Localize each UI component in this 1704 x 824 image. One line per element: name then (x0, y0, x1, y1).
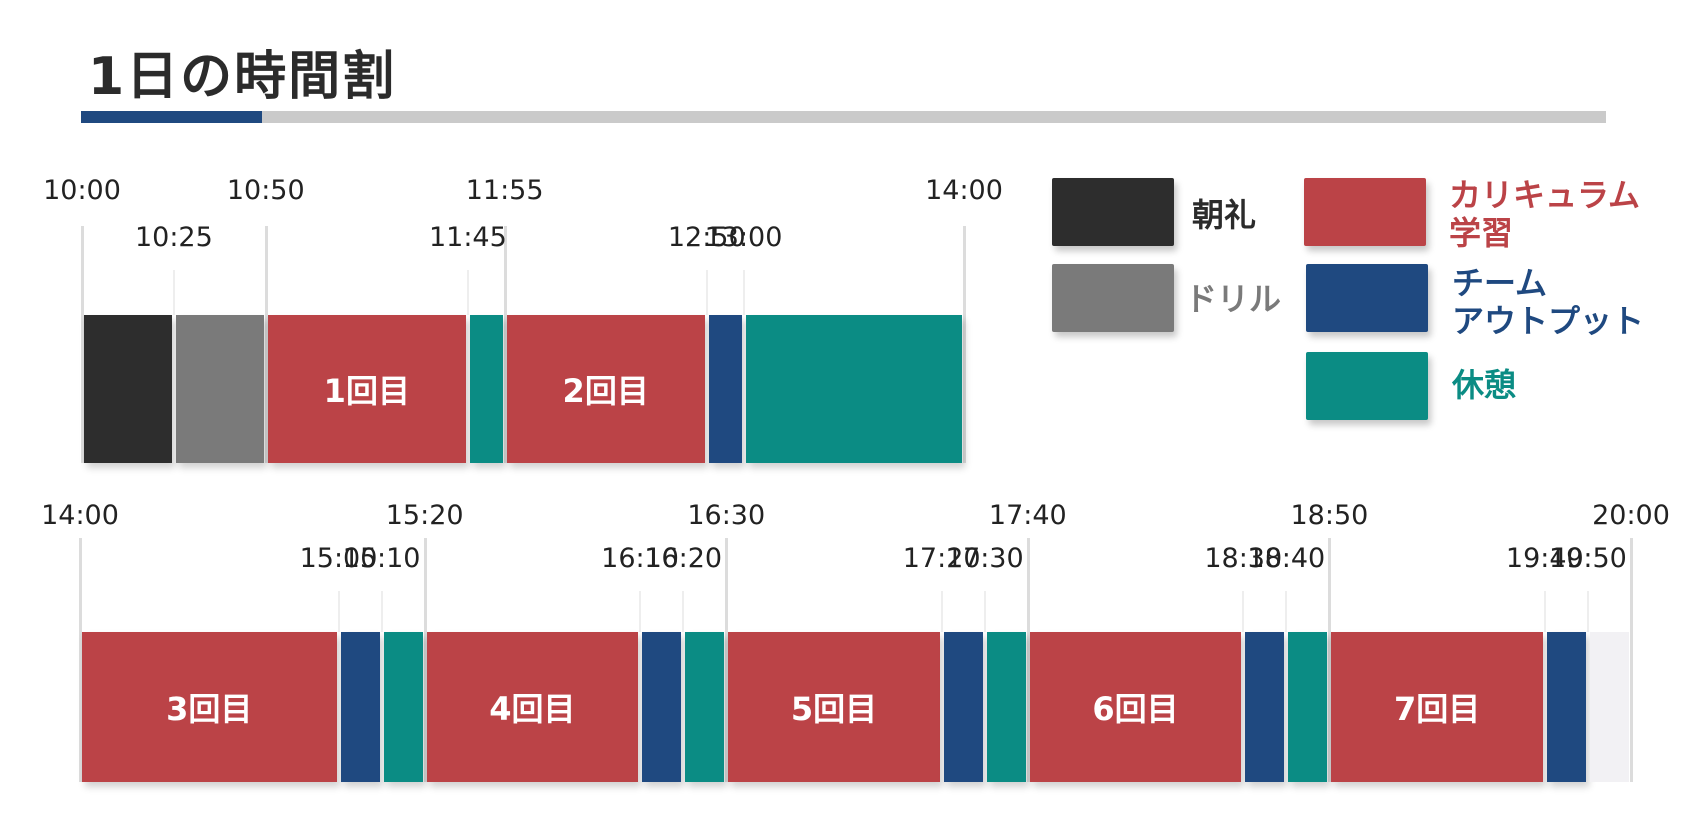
time-tick-label: 20:00 (1592, 500, 1670, 531)
time-tick-label: 10:50 (226, 175, 305, 206)
schedule-block-curriculum: 5回目 (728, 632, 940, 782)
schedule-block-rest (1288, 632, 1328, 782)
schedule-block-rest (745, 315, 962, 463)
time-tick-label-minor: 19:40 (1505, 543, 1584, 574)
time-tick-label: 14:00 (41, 500, 119, 531)
time-gridline-minor (380, 591, 383, 632)
schedule-block-team (1245, 632, 1285, 782)
schedule-block-empty (1589, 632, 1629, 782)
legend-swatch-curriculum (1304, 178, 1426, 246)
time-tick-label-minor: 13:00 (704, 222, 783, 253)
schedule-block-rest (469, 315, 503, 463)
time-gridline-minor (1586, 591, 1589, 632)
title-underline-accent (81, 111, 262, 123)
legend-swatch-drill (1052, 264, 1174, 332)
legend-swatch-team (1306, 264, 1428, 332)
time-tick-label-minor: 19:50 (1549, 543, 1627, 574)
schedule-block-choreii (84, 315, 172, 463)
schedule-block-team (708, 315, 742, 463)
schedule-block-team (1546, 632, 1586, 782)
legend-label-rest: 休憩 (1452, 366, 1517, 404)
schedule-block-team (340, 632, 380, 782)
time-gridline-minor (639, 591, 642, 632)
schedule-block-team (943, 632, 983, 782)
time-gridline (81, 226, 84, 463)
time-tick-label-minor: 10:25 (134, 222, 213, 253)
time-gridline (503, 226, 507, 463)
schedule-block-rest (685, 632, 725, 782)
title-underline (81, 111, 1606, 123)
time-gridline (1328, 538, 1332, 782)
legend-label-curriculum: カリキュラム 学習 (1449, 176, 1641, 252)
timeline-row-2: 14:00 15:20 16:30 17:40 18:50 20:00 15:00 15:10… (0, 0, 1704, 824)
time-gridline (423, 538, 427, 782)
time-gridline-minor (172, 270, 175, 315)
schedule-block-drill (175, 315, 264, 463)
schedule-block-curriculum: 7回目 (1331, 632, 1543, 782)
time-tick-label: 11:55 (465, 175, 544, 206)
time-tick-label-minor: 17:30 (945, 543, 1024, 574)
time-gridline-minor (705, 270, 708, 315)
time-gridline (963, 226, 966, 463)
time-tick-label: 18:50 (1290, 500, 1369, 531)
schedule-block-curriculum: 6回目 (1029, 632, 1242, 782)
time-tick-label: 15:20 (385, 500, 464, 531)
time-gridline-minor (940, 591, 943, 632)
schedule-block-curriculum: 2回目 (506, 315, 705, 463)
time-tick-label-minor: 16:10 (601, 543, 679, 574)
time-tick-label: 16:30 (687, 500, 766, 531)
schedule-block-curriculum: 4回目 (426, 632, 639, 782)
schedule-block-team (642, 632, 682, 782)
legend-label-choreii: 朝礼 (1192, 196, 1257, 234)
time-tick-label: 17:40 (988, 500, 1067, 531)
legend-label-team: チーム アウトプット (1452, 264, 1645, 340)
time-tick-label-minor: 16:20 (644, 543, 723, 574)
time-tick-label-minor: 18:30 (1204, 543, 1283, 574)
schedule-block-curriculum: 3回目 (82, 632, 337, 782)
time-tick-label: 14:00 (925, 175, 1003, 206)
legend-swatch-choreii (1052, 178, 1174, 246)
time-gridline-minor (682, 591, 685, 632)
time-gridline-minor (1285, 591, 1288, 632)
time-gridline-minor (742, 270, 745, 315)
page-title: 1日の時間割 (88, 47, 397, 107)
schedule-block-rest (383, 632, 423, 782)
time-tick-label-minor: 17:20 (902, 543, 981, 574)
time-gridline-minor (337, 591, 340, 632)
time-gridline-minor (466, 270, 469, 315)
schedule-block-rest (986, 632, 1026, 782)
time-tick-label-minor: 11:45 (428, 222, 507, 253)
time-gridline-minor (983, 591, 986, 632)
time-gridline (1026, 538, 1030, 782)
time-gridline-minor (1543, 591, 1546, 632)
time-tick-label-minor: 12:50 (667, 222, 746, 253)
timeline-row-1: 10:00 10:50 11:55 14:00 10:25 11:45 12:50 13:00… (0, 0, 1704, 824)
legend-swatch-rest (1306, 352, 1428, 420)
time-gridline-minor (1242, 591, 1245, 632)
time-gridline (1630, 538, 1633, 782)
schedule-block-curriculum: 1回目 (267, 315, 466, 463)
time-tick-label-minor: 15:00 (299, 543, 378, 574)
time-gridline (264, 226, 268, 463)
time-gridline (79, 538, 82, 782)
time-gridline (725, 538, 729, 782)
time-tick-label-minor: 18:40 (1247, 543, 1326, 574)
time-tick-label: 10:00 (43, 175, 121, 206)
legend-label-drill: ドリル (1185, 280, 1282, 318)
time-tick-label-minor: 15:10 (342, 543, 421, 574)
